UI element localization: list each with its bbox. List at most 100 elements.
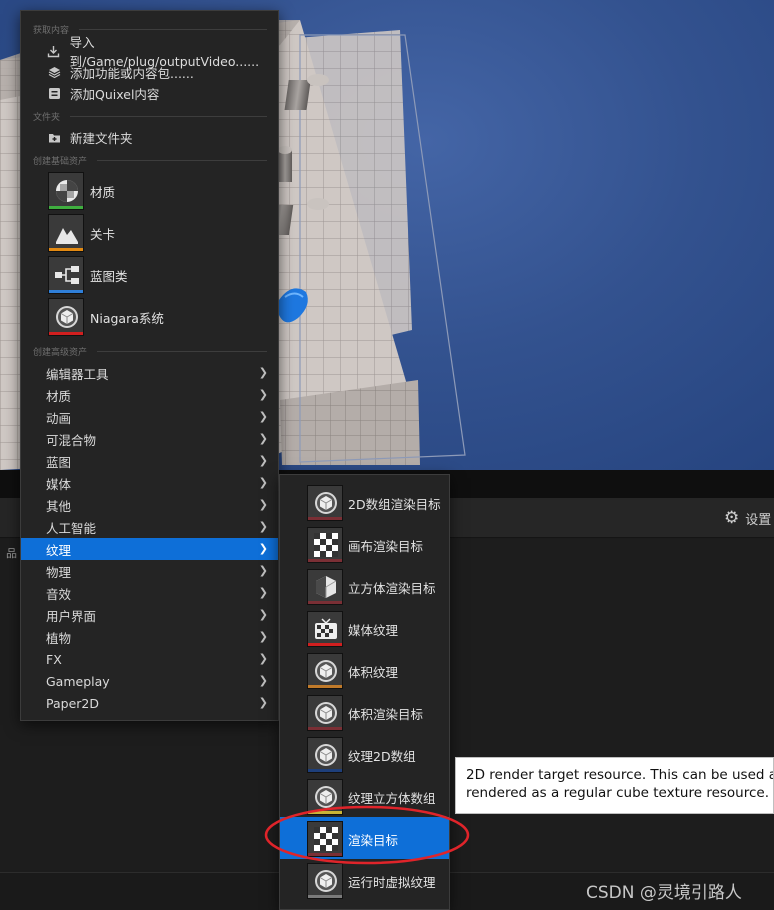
category-media[interactable]: 媒体 ❯ bbox=[21, 472, 278, 494]
tooltip-line-2: rendered as a regular cube texture resou… bbox=[466, 785, 769, 801]
canvas-render-target-item[interactable]: 画布渲染目标 bbox=[280, 523, 449, 565]
category-label: FX bbox=[46, 651, 62, 667]
asset-color-bar bbox=[308, 895, 342, 898]
category-fx[interactable]: FX ❯ bbox=[21, 648, 278, 670]
texture-2d-array-render-target-item[interactable]: 2D数组渲染目标 bbox=[280, 481, 449, 523]
add-quixel-menu-item[interactable]: 添加Quixel内容 bbox=[47, 83, 159, 103]
media-texture-item[interactable]: 媒体纹理 bbox=[280, 607, 449, 649]
category-label: 人工智能 bbox=[46, 520, 97, 536]
category-sounds[interactable]: 音效 ❯ bbox=[21, 582, 278, 604]
category-animation[interactable]: 动画 ❯ bbox=[21, 406, 278, 428]
cube-icon bbox=[307, 863, 343, 899]
chevron-right-icon: ❯ bbox=[258, 630, 268, 643]
volume-texture-item[interactable]: 体积纹理 bbox=[280, 649, 449, 691]
tooltip-line-1: 2D render target resource. This can be u… bbox=[466, 767, 774, 783]
chevron-right-icon: ❯ bbox=[258, 410, 268, 423]
settings-button[interactable]: ⚙ 设置 bbox=[724, 507, 771, 529]
submenu-item-label: 运行时虚拟纹理 bbox=[348, 875, 436, 890]
chevron-right-icon: ❯ bbox=[258, 366, 268, 379]
settings-label: 设置 bbox=[745, 512, 772, 528]
category-label: 音效 bbox=[46, 586, 72, 602]
category-label: 纹理 bbox=[46, 542, 72, 558]
niagara-cube-icon bbox=[48, 298, 84, 336]
blueprint-color-bar bbox=[49, 290, 83, 293]
category-label: 蓝图 bbox=[46, 454, 72, 470]
section-header-basic-assets: 创建基础资产 bbox=[33, 154, 267, 167]
asset-tooltip: 2D render target resource. This can be u… bbox=[455, 757, 774, 814]
category-texture[interactable]: 纹理 ❯ bbox=[21, 538, 278, 560]
add-feature-pack-menu-item[interactable]: 添加功能或内容包...... bbox=[47, 62, 194, 82]
submenu-item-label: 2D数组渲染目标 bbox=[348, 497, 441, 512]
create-material-item[interactable]: 材质 bbox=[48, 172, 115, 210]
section-header-folder: 文件夹 bbox=[33, 110, 267, 123]
category-label: 媒体 bbox=[46, 476, 72, 492]
category-blueprint[interactable]: 蓝图 ❯ bbox=[21, 450, 278, 472]
category-material[interactable]: 材质 ❯ bbox=[21, 384, 278, 406]
asset-color-bar bbox=[308, 769, 342, 772]
import-menu-item[interactable]: 导入到/Game/plug/outputVideo...... bbox=[47, 35, 278, 69]
level-mountain-icon bbox=[48, 214, 84, 252]
watermark: CSDN @灵境引路人 bbox=[586, 883, 742, 903]
import-icon bbox=[47, 44, 61, 58]
chevron-right-icon: ❯ bbox=[258, 476, 268, 489]
asset-label: 材质 bbox=[90, 184, 116, 200]
asset-label: 关卡 bbox=[90, 226, 116, 242]
category-gameplay[interactable]: Gameplay ❯ bbox=[21, 670, 278, 692]
asset-color-bar bbox=[308, 517, 342, 520]
tv-icon bbox=[307, 611, 343, 647]
highlight-ellipse-annotation bbox=[264, 805, 470, 865]
checker-icon bbox=[307, 527, 343, 563]
cube-icon bbox=[307, 737, 343, 773]
category-label: Gameplay bbox=[46, 673, 110, 689]
create-level-item[interactable]: 关卡 bbox=[48, 214, 115, 252]
new-folder-menu-item[interactable]: 新建文件夹 bbox=[47, 127, 133, 147]
chevron-right-icon: ❯ bbox=[258, 454, 268, 467]
add-quixel-label: 添加Quixel内容 bbox=[70, 86, 160, 102]
quixel-icon bbox=[47, 86, 61, 100]
category-blendables[interactable]: 可混合物 ❯ bbox=[21, 428, 278, 450]
create-niagara-system-item[interactable]: Niagara系统 bbox=[48, 298, 164, 336]
category-label: Paper2D bbox=[46, 695, 99, 711]
chevron-right-icon: ❯ bbox=[258, 564, 268, 577]
add-feature-label: 添加功能或内容包...... bbox=[70, 65, 194, 81]
category-label: 材质 bbox=[46, 388, 72, 404]
chevron-right-icon: ❯ bbox=[258, 542, 268, 555]
cube-icon bbox=[307, 695, 343, 731]
category-label: 其他 bbox=[46, 498, 72, 514]
texture-2d-array-item[interactable]: 纹理2D数组 bbox=[280, 733, 449, 775]
left-panel-fragment: 品 bbox=[6, 547, 17, 560]
category-editor-tools[interactable]: 编辑器工具 ❯ bbox=[21, 362, 278, 384]
asset-color-bar bbox=[308, 685, 342, 688]
category-label: 动画 bbox=[46, 410, 72, 426]
new-folder-label: 新建文件夹 bbox=[70, 130, 133, 146]
chevron-right-icon: ❯ bbox=[258, 608, 268, 621]
category-label: 可混合物 bbox=[46, 432, 97, 448]
asset-label: 蓝图类 bbox=[90, 268, 128, 284]
volume-render-target-item[interactable]: 体积渲染目标 bbox=[280, 691, 449, 733]
feature-pack-icon bbox=[47, 65, 61, 79]
cube-icon bbox=[307, 485, 343, 521]
blueprint-graph-icon bbox=[48, 256, 84, 294]
category-label: 植物 bbox=[46, 630, 72, 646]
category-paper2d[interactable]: Paper2D ❯ bbox=[21, 692, 278, 714]
create-blueprint-class-item[interactable]: 蓝图类 bbox=[48, 256, 128, 294]
chevron-right-icon: ❯ bbox=[258, 498, 268, 511]
half-cube-icon bbox=[307, 569, 343, 605]
chevron-right-icon: ❯ bbox=[258, 520, 268, 533]
material-sphere-icon bbox=[48, 172, 84, 210]
category-user-interface[interactable]: 用户界面 ❯ bbox=[21, 604, 278, 626]
category-miscellaneous[interactable]: 其他 ❯ bbox=[21, 494, 278, 516]
cube-render-target-item[interactable]: 立方体渲染目标 bbox=[280, 565, 449, 607]
material-color-bar bbox=[49, 206, 83, 209]
category-physics[interactable]: 物理 ❯ bbox=[21, 560, 278, 582]
submenu-item-label: 纹理2D数组 bbox=[348, 749, 416, 764]
section-header-advanced-assets: 创建高级资产 bbox=[33, 345, 267, 358]
chevron-right-icon: ❯ bbox=[258, 696, 268, 709]
category-label: 编辑器工具 bbox=[46, 366, 109, 382]
asset-color-bar bbox=[308, 643, 342, 646]
category-foliage[interactable]: 植物 ❯ bbox=[21, 626, 278, 648]
chevron-right-icon: ❯ bbox=[258, 388, 268, 401]
submenu-item-label: 画布渲染目标 bbox=[348, 539, 424, 554]
category-ai[interactable]: 人工智能 ❯ bbox=[21, 516, 278, 538]
asset-color-bar bbox=[308, 559, 342, 562]
